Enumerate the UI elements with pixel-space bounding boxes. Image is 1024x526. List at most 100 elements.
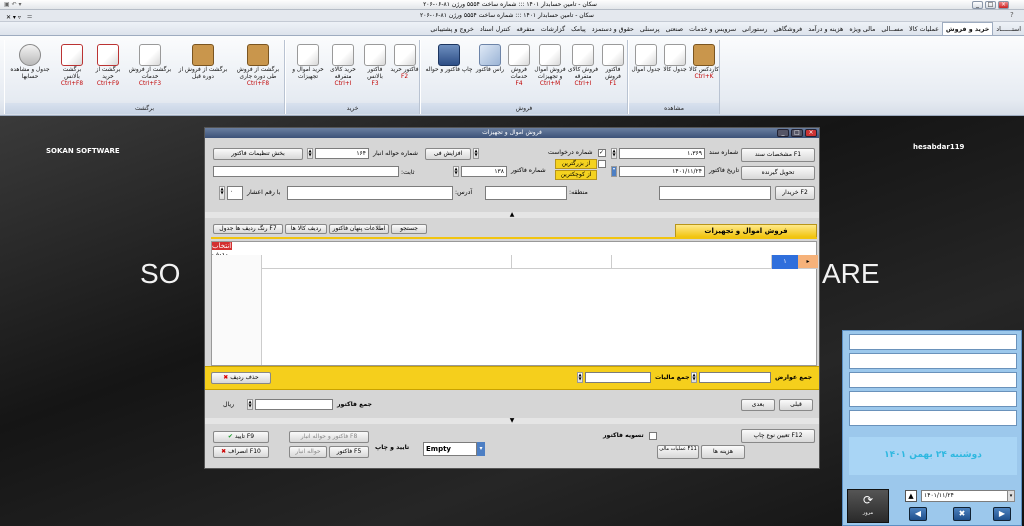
- delete-row-button[interactable]: ✖ حذف ردیف: [211, 372, 271, 384]
- close-window-button[interactable]: ×: [998, 1, 1009, 9]
- up-arrow-icon[interactable]: ▲: [905, 490, 917, 502]
- misc-sales-button[interactable]: فروش کالای متفرقه Ctrl+I: [567, 42, 599, 100]
- financial-ops-button[interactable]: عملیات مالی F11: [657, 445, 699, 459]
- delivery-button[interactable]: تحویل گیرنده: [741, 166, 815, 180]
- next-day-button[interactable]: ▶: [993, 507, 1011, 521]
- invoice-warehouse-button[interactable]: فاکتور و حواله انبار F8: [289, 431, 369, 443]
- address-field[interactable]: [287, 186, 453, 200]
- refresh-button[interactable]: ⟳ مرور: [847, 489, 889, 523]
- print-option-select[interactable]: Empty: [423, 442, 477, 456]
- table-row-name[interactable]: [612, 255, 772, 269]
- assets-table-button[interactable]: جدول اموال: [631, 42, 661, 100]
- tab-14[interactable]: متفرقه: [513, 23, 537, 36]
- purchase-invoice-button[interactable]: فاکتور خرید F2: [390, 42, 419, 100]
- tab-12[interactable]: پیامک: [568, 23, 589, 36]
- sum-invoice-field[interactable]: [255, 399, 333, 410]
- side-field-4[interactable]: [849, 391, 1017, 407]
- side-field-1[interactable]: [849, 334, 1017, 350]
- invoice-print-button[interactable]: فاکتور F5: [329, 446, 369, 458]
- buyer-field[interactable]: [659, 186, 771, 200]
- tab-5[interactable]: هزینه و درآمد: [805, 23, 846, 36]
- doc-number-spin[interactable]: ▲ ▼: [611, 148, 617, 159]
- side-field-3[interactable]: [849, 372, 1017, 388]
- help-icon[interactable]: ?: [1010, 11, 1014, 19]
- tab-0[interactable]: استــــــاد: [993, 23, 1024, 36]
- tab-8[interactable]: سرویس و خدمات: [686, 23, 739, 36]
- date-dropdown-icon[interactable]: ▾: [611, 166, 617, 177]
- doc-specs-button[interactable]: مشخصات سند F1: [741, 148, 815, 162]
- sort-large-checkbox[interactable]: ✓: [598, 149, 606, 157]
- sum-tax-spin[interactable]: ▲ ▼: [577, 372, 583, 383]
- balance-invoice-button[interactable]: فاکتور بالانس F3: [360, 42, 390, 100]
- collapse-arrow-icon[interactable]: ▼: [205, 418, 819, 424]
- invoice-number-spin[interactable]: ▲ ▼: [453, 166, 459, 177]
- accounts-view-button[interactable]: جدول و مشاهده حسابها: [7, 42, 53, 100]
- print-invoice-button[interactable]: چاپ فاکتور و حواله: [425, 42, 473, 100]
- warehouse-field[interactable]: ۱۶۴: [315, 148, 369, 159]
- tab-15[interactable]: کنترل اسناد: [477, 23, 514, 36]
- service-sales-button[interactable]: فروش خدمات F4: [505, 42, 533, 100]
- cancel-button[interactable]: ✖ انصراف F10: [213, 446, 269, 458]
- warehouse-print-button[interactable]: حواله انبار: [289, 446, 327, 458]
- hidden-info-button[interactable]: اطلاعات پنهان فاکتور: [329, 224, 389, 234]
- settle-checkbox[interactable]: [649, 432, 657, 440]
- items-grid[interactable]: انتخاب ردیف نام اموال بهای فروش ریال توض…: [211, 241, 818, 366]
- dialog-close-button[interactable]: ×: [805, 129, 817, 137]
- sum-extra-spin[interactable]: ▲ ▼: [691, 372, 697, 383]
- sum-tax-field[interactable]: [585, 372, 651, 383]
- search-button[interactable]: جستجو: [391, 224, 427, 234]
- sum-extra-field[interactable]: [699, 372, 771, 383]
- invoice-settings-button[interactable]: بخش تنظیمات فاکتور: [213, 148, 303, 160]
- table-row[interactable]: ۱: [772, 255, 798, 269]
- decimals-field[interactable]: ۰: [227, 186, 243, 200]
- buyer-button[interactable]: خریدار F2: [775, 186, 815, 200]
- misc-purchase-button[interactable]: خرید کالای متفرقه Ctrl+I: [326, 42, 360, 100]
- return-prev-sales-button[interactable]: برگشت از فروش از دوره قبل: [175, 42, 231, 100]
- asset-purchase-button[interactable]: خرید اموال و تجهیزات: [290, 42, 326, 100]
- chevron-down-icon[interactable]: ▾: [477, 442, 485, 456]
- invoice-date-field[interactable]: ۱۴۰۱/۱۱/۲۴: [619, 166, 705, 177]
- row-items-button[interactable]: ردیف کالا ها: [285, 224, 327, 234]
- sum-invoice-spin[interactable]: ▲ ▼: [247, 399, 253, 410]
- tab-1[interactable]: خرید و فروش: [941, 22, 994, 35]
- return-service-sales-button[interactable]: برگشت از فروش خدمات Ctrl+F3: [125, 42, 175, 100]
- invoice-number-field[interactable]: ۱۳۸: [461, 166, 507, 177]
- side-field-2[interactable]: [849, 353, 1017, 369]
- dialog-minimize-button[interactable]: _: [777, 129, 789, 137]
- return-balance-button[interactable]: برگشت بالانس Ctrl+F8: [55, 42, 89, 100]
- prev-button[interactable]: قبلی: [779, 399, 813, 411]
- increase-spin[interactable]: ▲ ▼: [473, 148, 479, 159]
- maximize-window-button[interactable]: □: [985, 1, 996, 9]
- tab-3[interactable]: مســالی: [878, 23, 906, 36]
- sales-invoice-button[interactable]: فاکتور فروش F1: [599, 42, 627, 100]
- date-select[interactable]: ۱۴۰۱/۱۱/۲۴: [921, 490, 1015, 502]
- side-field-5[interactable]: [849, 410, 1017, 426]
- tab-16[interactable]: خروج و پشتیبانی: [427, 23, 477, 36]
- doc-number-field[interactable]: ۱،۳۶۹: [619, 148, 705, 159]
- cardex-button[interactable]: کاردکس کالا Ctrl+K: [689, 42, 719, 100]
- increase-price-button[interactable]: افزایش فی: [425, 148, 471, 160]
- tab-11[interactable]: حقوق و دستمزد: [589, 23, 637, 36]
- collapse-arrow-icon[interactable]: ▲: [205, 212, 819, 218]
- warehouse-spin[interactable]: ▲ ▼: [307, 148, 313, 159]
- sort-small-checkbox[interactable]: [598, 160, 606, 168]
- return-purchase-button[interactable]: برگشت از خرید Ctrl+F9: [91, 42, 125, 100]
- invoice-head-button[interactable]: راس فاکتور: [475, 42, 505, 100]
- prev-day-button[interactable]: ◀: [909, 507, 927, 521]
- fixed-field[interactable]: [213, 166, 399, 177]
- tab-6[interactable]: فروشگاهی: [770, 23, 805, 36]
- tab-4[interactable]: مالی ویژه: [846, 23, 878, 36]
- asset-sales-button[interactable]: فروش اموال و تجهیزات Ctrl+M: [533, 42, 567, 100]
- tab-7[interactable]: رستورانی: [739, 23, 770, 36]
- row-colors-button[interactable]: رنگ ردیف ها جدول F7: [213, 224, 283, 234]
- dialog-maximize-button[interactable]: □: [791, 129, 803, 137]
- next-button[interactable]: بعدی: [741, 399, 775, 411]
- table-row-desc[interactable]: [262, 255, 512, 269]
- region-field[interactable]: [485, 186, 567, 200]
- clear-date-button[interactable]: ✖: [953, 507, 971, 521]
- minimize-window-button[interactable]: _: [972, 1, 983, 9]
- costs-button[interactable]: هزینه ها: [701, 445, 745, 459]
- goods-table-button[interactable]: جدول کالا: [661, 42, 689, 100]
- confirm-button[interactable]: ✔ تایید F9: [213, 431, 269, 443]
- decimals-spin[interactable]: ▲ ▼: [219, 186, 225, 200]
